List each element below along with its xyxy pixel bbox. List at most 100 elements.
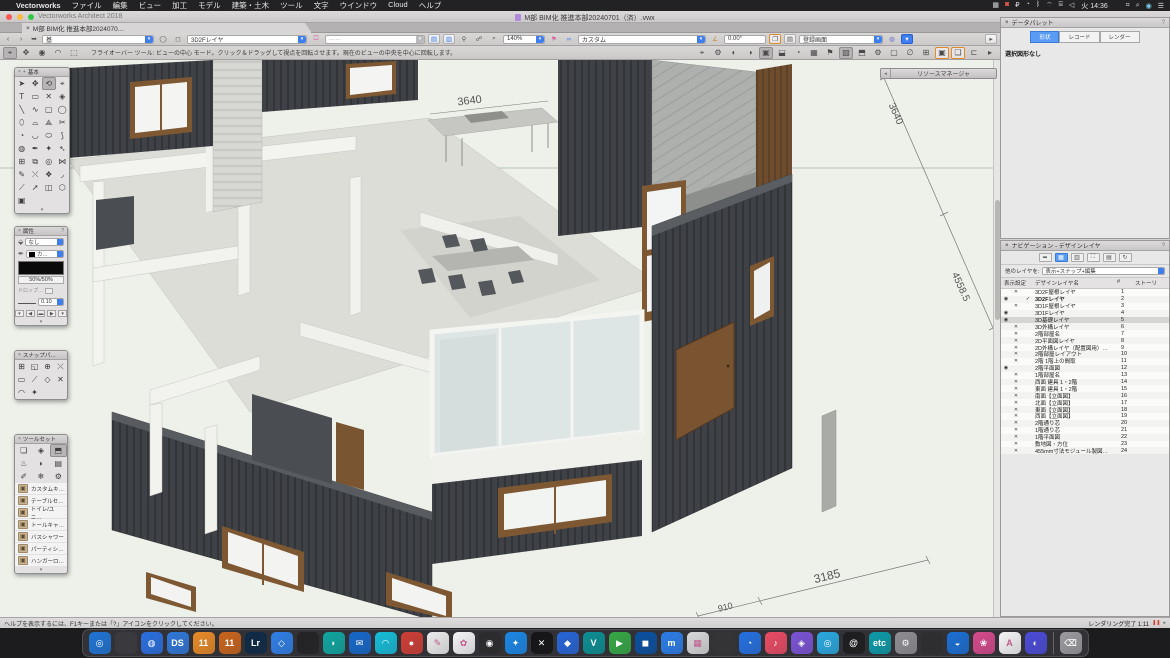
nav-icon-2[interactable]: ▥ [1071,253,1084,262]
dock-app-app-19[interactable]: ◆ [557,632,579,654]
dock-app-app-31[interactable]: etc [869,632,891,654]
dock-app-app-10[interactable]: ◗ [323,632,345,654]
view-history-icon[interactable]: ➥ [29,35,39,44]
menu-app[interactable]: Vectorworks [16,1,61,10]
attr-arrow-1[interactable]: ◀ [26,310,35,317]
render-tool-icon-12[interactable]: ▢ [887,47,901,59]
canvas-vertical-scrollbar[interactable] [993,60,1000,617]
column-visibility[interactable]: 表示設定 [1001,279,1035,287]
globe-icon[interactable]: ◍ [886,34,898,44]
dock-app-app-11[interactable]: ✉ [349,632,371,654]
visible-eye-icon[interactable]: ◉ [1001,317,1011,323]
basic-tool-14[interactable]: ⟁ [42,116,56,129]
basic-tool-31[interactable]: ◞ [56,168,70,181]
drop-shadow-checkbox[interactable] [45,288,53,294]
help-icon[interactable]: ? [1162,243,1165,249]
render-tool-icon-9[interactable]: ▧ [839,47,853,59]
nav-icon-0[interactable]: ➥ [1039,253,1052,262]
save-icon[interactable]: ▤ [428,34,440,44]
menubar-status-icon-5[interactable]: ⌔ [1046,1,1053,10]
column-story[interactable]: ストーリ [1135,279,1169,287]
menu-item-建築・土木[interactable]: 建築・土木 [232,0,270,11]
menu-item-ファイル[interactable]: ファイル [72,0,102,11]
angle-field[interactable]: 0.00° [724,35,766,44]
basic-tool-20[interactable]: ◍ [15,142,29,155]
sheet-icon[interactable]: ▥ [443,34,455,44]
hidden-x-icon[interactable]: ✕ [1011,434,1021,440]
back-button[interactable]: ‹ [3,35,13,44]
dock-app-finder[interactable]: ◎ [89,632,111,654]
hidden-x-icon[interactable]: ✕ [1011,372,1021,378]
basic-tool-13[interactable]: ⌓ [29,116,43,129]
basic-tool-30[interactable]: ❖ [42,168,56,181]
nav-icon-1[interactable]: ▦ [1055,253,1068,262]
menubar-right-icon-3[interactable]: ☰ [1158,2,1164,10]
layer-options-icon[interactable]: ◯ [157,34,169,44]
dock-app-app-33[interactable] [921,632,943,654]
hidden-x-icon[interactable]: ✕ [1011,338,1021,344]
other-layers-combo[interactable]: 表示+スナップ+編集 [1042,267,1165,275]
toolset-tool-7[interactable]: ❄ [32,470,49,483]
basic-tool-4[interactable]: T [15,90,29,103]
menubar-right-icon-1[interactable]: ⌕ [1136,2,1140,10]
render-tool-icon-16[interactable]: ❏ [951,47,965,59]
tool-mode-icon-1[interactable]: ✥ [19,47,33,59]
palette-resize-handle[interactable]: ▾ [15,319,67,325]
hidden-x-icon[interactable]: ✕ [1011,386,1021,392]
render-tool-icon-6[interactable]: ◔ [791,47,805,59]
snap-tool-8[interactable]: ◠ [15,386,28,399]
dock-app-app-35[interactable]: ❀ [973,632,995,654]
toolset-item-0[interactable]: ▣カスタムキ… [15,483,67,495]
snap-tool-5[interactable]: ⟋ [28,373,41,386]
snap-tool-3[interactable]: ⤫ [54,360,67,373]
toolset-item-6[interactable]: ▣ハンガーロ… [15,555,67,567]
palette-close-icon[interactable]: × [18,69,21,75]
dock-app-app-28[interactable]: ◈ [791,632,813,654]
basic-tool-7[interactable]: ◈ [56,90,70,103]
toolset-tool-3[interactable]: ♨ [15,457,32,470]
dock-app-photos[interactable]: ✿ [453,632,475,654]
tab-レンダー[interactable]: レンダー [1100,31,1140,43]
render-pause-icon[interactable]: ❚❚ [1152,620,1160,626]
pen-style-combo[interactable]: カ… [26,250,64,258]
basic-tool-5[interactable]: ▭ [29,90,43,103]
palette-close-icon[interactable]: × [18,352,21,358]
visible-eye-icon[interactable]: ◉ [1001,310,1011,316]
render-tool-icon-15[interactable]: ▣ [935,47,949,59]
toolset-tool-6[interactable]: ✐ [15,470,32,483]
basic-tool-22[interactable]: ✦ [42,142,56,155]
snap-tool-6[interactable]: ◇ [41,373,54,386]
hidden-x-icon[interactable]: ✕ [1011,358,1021,364]
toolset-item-4[interactable]: ▣バスシャワー [15,531,67,543]
palette-close-icon[interactable]: × [1005,20,1009,26]
menu-item-ツール[interactable]: ツール [280,0,303,11]
nav-icon-4[interactable]: ▤ [1103,253,1116,262]
toolset-tool-5[interactable]: ▤ [50,457,67,470]
tool-mode-icon-3[interactable]: ◠ [51,47,65,59]
snap-tool-0[interactable]: ⊞ [15,360,28,373]
render-tool-icon-0[interactable]: ⌖ [695,47,709,59]
menubar-status-icon-6[interactable]: ⌸ [1059,1,1063,10]
dock-app-app-23[interactable]: m [661,632,683,654]
dock-app-app-21[interactable]: ▶ [609,632,631,654]
toolset-tool-4[interactable]: ◗ [32,457,49,470]
basic-tool-23[interactable]: ➴ [56,142,70,155]
dock-app-lightroom[interactable]: Lr [245,632,267,654]
dock-app-app-22[interactable]: ◼ [635,632,657,654]
tab-形状[interactable]: 形状 [1030,31,1059,43]
snap-tool-9[interactable]: ✦ [28,386,41,399]
toolset-tool-2[interactable]: ⬒ [50,444,67,457]
hidden-x-icon[interactable]: ✕ [1011,351,1021,357]
basic-tool-0[interactable]: ➤ [15,77,29,90]
render-tool-icon-1[interactable]: ⚙ [711,47,725,59]
render-tool-icon-10[interactable]: ⬒ [855,47,869,59]
pen-icon[interactable]: ✒ [18,250,24,258]
toolset-tool-8[interactable]: ⚙ [50,470,67,483]
sync-button[interactable]: ▾ [901,34,913,44]
dock-app-app-03[interactable]: ◍ [141,632,163,654]
nav-icon-5[interactable]: ↻ [1119,253,1132,262]
fit-icon[interactable]: ☍ [473,34,485,44]
basic-tool-16[interactable]: ◔ [15,129,29,142]
flag-icon[interactable]: ⚑ [548,34,560,44]
dock-app-app-29[interactable]: ◎ [817,632,839,654]
